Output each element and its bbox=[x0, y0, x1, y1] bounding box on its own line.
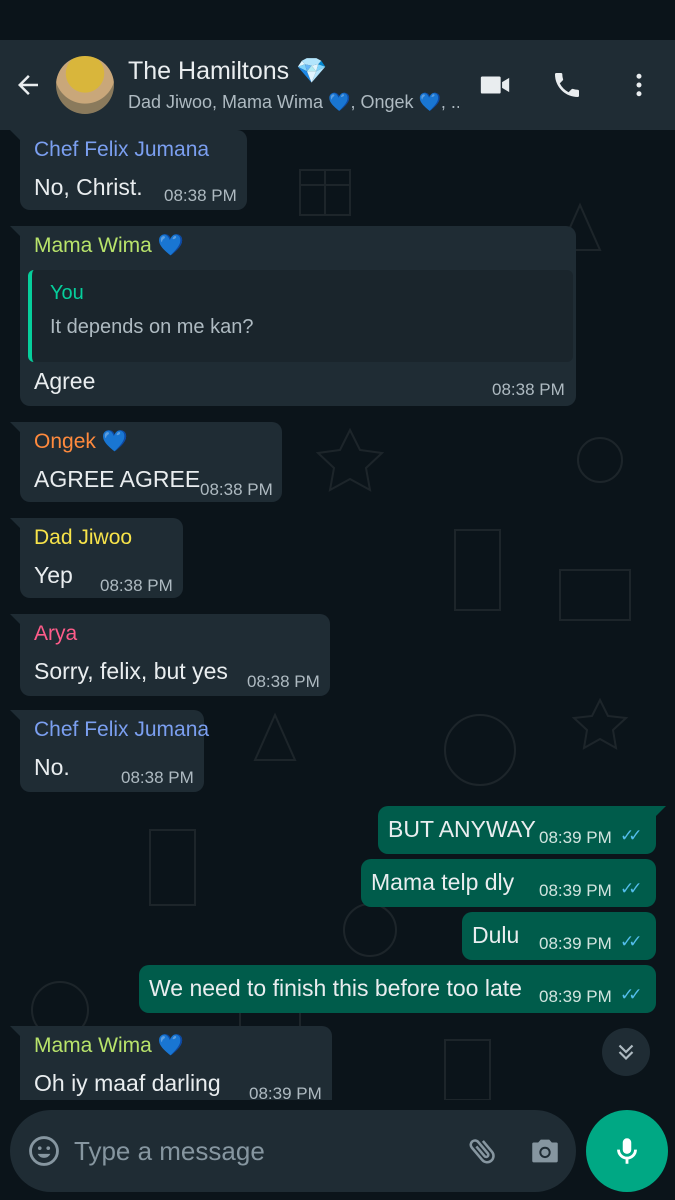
bubble-tail bbox=[10, 1026, 22, 1038]
chat-members: Dad Jiwoo, Mama Wima 💙, Ongek 💙, .. bbox=[128, 92, 459, 112]
mic-icon bbox=[617, 1138, 637, 1164]
incoming-message[interactable]: Mama Wima 💙 Oh iy maaf darling 08:39 PM bbox=[10, 1026, 332, 1100]
sender-name: Dad Jiwoo bbox=[34, 526, 133, 549]
camera-icon bbox=[532, 1139, 558, 1163]
more-options-icon bbox=[636, 73, 642, 97]
video-call-button[interactable] bbox=[459, 40, 531, 130]
read-receipt-icon: ✓✓ bbox=[620, 879, 642, 898]
message-composer: Type a message bbox=[10, 1110, 576, 1192]
attach-button[interactable] bbox=[452, 1134, 514, 1168]
incoming-message[interactable]: Mama Wima 💙 You It depends on me kan? Ag… bbox=[10, 226, 576, 406]
message-time: 08:38 PM bbox=[200, 480, 273, 499]
message-text: No. bbox=[34, 754, 70, 780]
bubble-tail bbox=[10, 422, 22, 434]
quoted-text: It depends on me kan? bbox=[50, 316, 254, 338]
quoted-author: You bbox=[50, 282, 84, 304]
bubble-tail bbox=[10, 226, 22, 238]
message-list[interactable]: Chef Felix Jumana No, Christ. 08:38 PM M… bbox=[0, 130, 675, 1100]
message-time: 08:39 PM bbox=[249, 1084, 322, 1100]
message-text: We need to finish this before too late bbox=[149, 975, 522, 1001]
message-time: 08:39 PM bbox=[539, 881, 612, 900]
message-time: 08:38 PM bbox=[121, 768, 194, 787]
message-text: BUT ANYWAY bbox=[388, 816, 536, 842]
message-text: Yep bbox=[34, 562, 73, 588]
message-time: 08:38 PM bbox=[100, 576, 173, 595]
scroll-to-bottom-button[interactable] bbox=[602, 1028, 650, 1076]
outgoing-message[interactable]: We need to finish this before too late 0… bbox=[139, 965, 656, 1013]
composer-bar: Type a message bbox=[0, 1100, 675, 1200]
message-input[interactable]: Type a message bbox=[74, 1136, 452, 1167]
sender-name: Mama Wima 💙 bbox=[34, 1034, 184, 1057]
status-bar bbox=[0, 0, 675, 40]
outgoing-message[interactable]: BUT ANYWAY 08:39 PM ✓✓ bbox=[378, 806, 666, 854]
back-arrow-icon bbox=[18, 75, 38, 95]
message-time: 08:38 PM bbox=[492, 380, 565, 399]
more-options-button[interactable] bbox=[603, 40, 675, 130]
message-time: 08:38 PM bbox=[164, 186, 237, 205]
incoming-message[interactable]: Arya Sorry, felix, but yes 08:38 PM bbox=[10, 614, 330, 696]
group-avatar[interactable] bbox=[56, 56, 114, 114]
bubble-tail bbox=[10, 614, 22, 626]
message-time: 08:38 PM bbox=[247, 672, 320, 691]
voice-call-icon bbox=[555, 73, 579, 97]
outgoing-message[interactable]: Dulu 08:39 PM ✓✓ bbox=[462, 912, 656, 960]
incoming-message[interactable]: Dad Jiwoo Yep 08:38 PM bbox=[10, 518, 183, 598]
bubble-tail bbox=[10, 518, 22, 530]
message-text: Oh iy maaf darling bbox=[34, 1070, 221, 1096]
read-receipt-icon: ✓✓ bbox=[620, 826, 642, 845]
bubble-tail bbox=[10, 130, 22, 142]
incoming-message[interactable]: Ongek 💙 AGREE AGREE 08:38 PM bbox=[10, 422, 282, 502]
chat-header: The Hamiltons 💎 Dad Jiwoo, Mama Wima 💙, … bbox=[0, 40, 675, 130]
message-text: Sorry, felix, but yes bbox=[34, 658, 228, 684]
incoming-message[interactable]: Chef Felix Jumana No. 08:38 PM bbox=[10, 710, 209, 792]
message-text: No, Christ. bbox=[34, 174, 143, 200]
camera-button[interactable] bbox=[514, 1134, 576, 1168]
attach-icon bbox=[469, 1139, 495, 1164]
chat-title: The Hamiltons 💎 bbox=[128, 57, 328, 85]
message-text: Agree bbox=[34, 368, 96, 394]
sender-name: Arya bbox=[34, 622, 78, 645]
sender-name: Chef Felix Jumana bbox=[34, 138, 210, 161]
message-text: AGREE AGREE bbox=[34, 466, 201, 492]
back-button[interactable] bbox=[0, 40, 56, 130]
video-call-icon bbox=[480, 76, 510, 94]
emoji-button[interactable] bbox=[14, 1134, 74, 1168]
voice-message-button[interactable] bbox=[586, 1110, 668, 1192]
quoted-message[interactable]: You It depends on me kan? bbox=[28, 270, 573, 362]
bubble-tail bbox=[654, 806, 666, 818]
sender-name: Ongek 💙 bbox=[34, 430, 128, 453]
message-time: 08:39 PM bbox=[539, 934, 612, 953]
voice-call-button[interactable] bbox=[531, 40, 603, 130]
message-time: 08:39 PM bbox=[539, 828, 612, 847]
sender-name: Mama Wima 💙 bbox=[34, 234, 184, 257]
outgoing-message[interactable]: Mama telp dly 08:39 PM ✓✓ bbox=[361, 859, 656, 907]
incoming-message[interactable]: Chef Felix Jumana No, Christ. 08:38 PM bbox=[10, 130, 247, 210]
read-receipt-icon: ✓✓ bbox=[620, 985, 642, 1004]
chat-title-block[interactable]: The Hamiltons 💎 Dad Jiwoo, Mama Wima 💙, … bbox=[128, 57, 459, 113]
bubble-tail bbox=[10, 710, 22, 722]
scroll-down-icon bbox=[618, 1044, 634, 1061]
sender-name: Chef Felix Jumana bbox=[34, 718, 210, 741]
message-text: Dulu bbox=[472, 922, 520, 948]
message-text: Mama telp dly bbox=[371, 869, 515, 895]
emoji-icon bbox=[29, 1136, 59, 1166]
message-time: 08:39 PM bbox=[539, 987, 612, 1006]
read-receipt-icon: ✓✓ bbox=[620, 932, 642, 951]
